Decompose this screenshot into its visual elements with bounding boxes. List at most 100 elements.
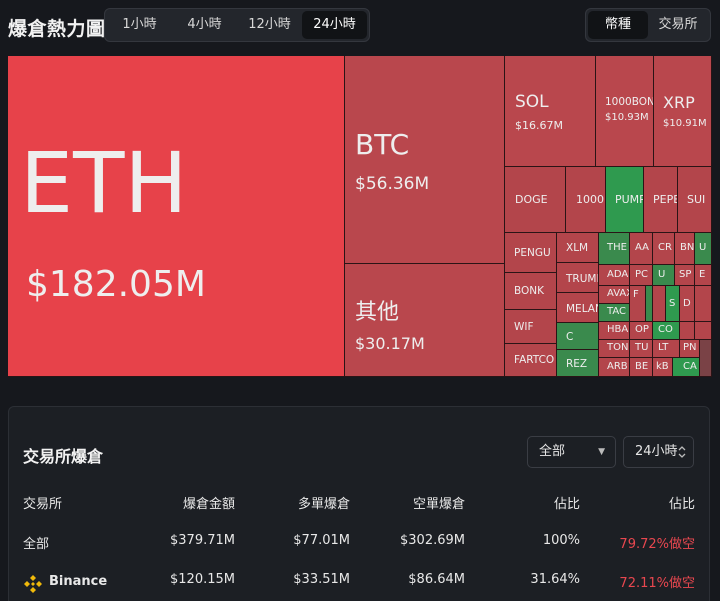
heatmap-tile-cr[interactable]: CR xyxy=(653,233,675,265)
heatmap-tile-eth[interactable]: ETH $182.05M xyxy=(8,56,345,377)
heatmap-tile-bn[interactable]: BN xyxy=(675,233,695,265)
exchange-filter-dropdown[interactable]: 全部 ▼ xyxy=(527,436,616,468)
panel-title: 交易所爆倉 xyxy=(23,447,104,466)
heatmap-tile-ton[interactable]: TON xyxy=(599,340,630,358)
col-long[interactable]: 多單爆倉 xyxy=(298,493,350,512)
heatmap-tile-c[interactable]: C xyxy=(557,323,599,350)
heatmap-tile-hba[interactable]: HBA xyxy=(599,322,630,340)
heatmap-tile-ada[interactable]: ADA xyxy=(599,265,630,286)
tile-amount: $10.91M xyxy=(663,118,707,129)
tile-symbol: S xyxy=(669,298,676,309)
heatmap-tile-d[interactable]: D xyxy=(680,286,695,322)
heatmap-tile-btc[interactable]: BTC $56.36M xyxy=(345,56,505,264)
heatmap-tile-wif[interactable]: WIF xyxy=(505,310,557,344)
tile-symbol: CR xyxy=(658,242,672,253)
tile-symbol: WIF xyxy=(514,321,534,333)
tile-symbol: TU xyxy=(635,342,649,353)
tile-symbol: PC xyxy=(635,269,649,280)
table-header: 交易所 爆倉金額 多單爆倉 空單爆倉 佔比 佔比 xyxy=(9,493,711,515)
tile-symbol: MELAN xyxy=(566,303,598,315)
timeframe-dropdown[interactable]: 24小時 xyxy=(623,436,694,468)
tile-symbol: SUI xyxy=(687,193,706,206)
row-total: $379.71M xyxy=(170,533,235,548)
tile-symbol: 其他 xyxy=(355,300,400,325)
heatmap-tile-lt[interactable]: LT xyxy=(653,340,680,358)
heatmap-tile-u[interactable]: U xyxy=(695,233,712,265)
tab-1h[interactable]: 1小時 xyxy=(107,11,172,39)
heatmap-tile-green-sliver[interactable] xyxy=(646,286,653,322)
heatmap-tile-micro-2[interactable] xyxy=(680,322,695,340)
tile-symbol: BONK xyxy=(514,285,545,297)
heatmap-tile-pepe[interactable]: PEPE xyxy=(644,167,678,233)
table-row[interactable]: 全部 $379.71M $77.01M $302.69M 100% 79.72%… xyxy=(9,533,711,555)
heatmap-tile-arb[interactable]: ARB xyxy=(599,358,630,377)
tile-symbol: CO xyxy=(658,324,673,335)
heatmap-tile-xrp[interactable]: XRP $10.91M xyxy=(654,56,712,167)
heatmap-tile-f[interactable]: F xyxy=(630,286,646,322)
tile-symbol: AVAX xyxy=(607,288,629,299)
tile-symbol: PENGU xyxy=(514,247,551,259)
heatmap-tile-be[interactable]: BE xyxy=(630,358,653,377)
tab-exchange[interactable]: 交易所 xyxy=(648,11,708,39)
heatmap-tile-ca[interactable]: CA xyxy=(673,358,700,377)
heatmap-tile-avax[interactable]: AVAX xyxy=(599,286,630,304)
heatmap-tile-melan[interactable]: MELAN xyxy=(557,293,599,323)
heatmap-tile-rez[interactable]: REZ xyxy=(557,350,599,377)
heatmap-tile-co[interactable]: CO xyxy=(653,322,680,340)
heatmap-tile-micro-4[interactable] xyxy=(695,322,712,340)
heatmap-tile-micro-3[interactable] xyxy=(695,286,712,322)
row-long: $33.51M xyxy=(293,572,350,587)
heatmap-tile-pengu[interactable]: PENGU xyxy=(505,233,557,273)
tab-24h[interactable]: 24小時 xyxy=(302,11,367,39)
heatmap-tile-pc[interactable]: PC xyxy=(630,265,653,286)
heatmap-tile-u2[interactable]: U xyxy=(653,265,675,286)
col-short[interactable]: 空單爆倉 xyxy=(413,493,465,512)
heatmap-tile-micro-1[interactable] xyxy=(653,286,666,322)
liquidation-heatmap: ETH $182.05M BTC $56.36M 其他 $30.17M SOL … xyxy=(8,56,712,377)
heatmap-tile-xlm[interactable]: XLM xyxy=(557,233,599,263)
heatmap-tile-doge[interactable]: DOGE xyxy=(505,167,566,233)
heatmap-tile-aa[interactable]: AA xyxy=(630,233,653,265)
row-share: 31.64% xyxy=(530,572,580,587)
tile-symbol: FARTCO xyxy=(514,354,555,366)
heatmap-tile-tac[interactable]: TAC xyxy=(599,304,630,322)
heatmap-tile-s[interactable]: S xyxy=(666,286,680,322)
heatmap-tile-pn[interactable]: PN xyxy=(680,340,700,358)
tab-4h[interactable]: 4小時 xyxy=(172,11,237,39)
tab-coin[interactable]: 幣種 xyxy=(588,11,648,39)
caret-down-icon: ▼ xyxy=(598,447,605,457)
col-total[interactable]: 爆倉金額 xyxy=(183,493,235,512)
tile-symbol: C xyxy=(566,331,574,343)
tile-amount: $56.36M xyxy=(355,174,430,194)
heatmap-tile-sol[interactable]: SOL $16.67M xyxy=(505,56,596,167)
heatmap-tile-kb[interactable]: kB xyxy=(653,358,673,377)
heatmap-tile-op[interactable]: OP xyxy=(630,322,653,340)
tile-symbol: D xyxy=(683,298,691,309)
exchange-liquidation-panel: 交易所爆倉 全部 ▼ 24小時 交易所 爆倉金額 多單爆倉 空單爆倉 佔比 佔比… xyxy=(8,406,710,601)
heatmap-tile-fartco[interactable]: FARTCO xyxy=(505,344,557,377)
tile-symbol: XLM xyxy=(566,242,589,254)
col-ratio[interactable]: 佔比 xyxy=(669,493,695,512)
heatmap-tile-1000p[interactable]: 1000P xyxy=(566,167,606,233)
tile-symbol: THE xyxy=(607,242,627,253)
tile-symbol: TRUMP xyxy=(566,273,598,285)
tab-12h[interactable]: 12小時 xyxy=(237,11,302,39)
heatmap-tile-e[interactable]: E xyxy=(695,265,712,286)
heatmap-tile-1000bonk[interactable]: 1000BONK $10.93M xyxy=(596,56,654,167)
table-row[interactable]: Binance $120.15M $33.51M $86.64M 31.64% … xyxy=(9,572,711,594)
heatmap-tile-the[interactable]: THE xyxy=(599,233,630,265)
tile-symbol: SP xyxy=(679,269,692,280)
tile-symbol: PEPE xyxy=(653,193,678,206)
heatmap-tile-tu[interactable]: TU xyxy=(630,340,653,358)
heatmap-tile-bonk[interactable]: BONK xyxy=(505,273,557,310)
heatmap-tile-sp[interactable]: SP xyxy=(675,265,695,286)
heatmap-tile-pump[interactable]: PUMP xyxy=(606,167,644,233)
tile-symbol: HBA xyxy=(607,324,629,335)
tile-amount: $16.67M xyxy=(515,119,563,132)
col-share[interactable]: 佔比 xyxy=(554,493,580,512)
heatmap-tile-trump[interactable]: TRUMP xyxy=(557,263,599,293)
heatmap-tile-sui[interactable]: SUI xyxy=(678,167,712,233)
tile-symbol: ARB xyxy=(607,361,628,372)
heatmap-tile-micro-5[interactable] xyxy=(700,340,712,377)
heatmap-tile-other[interactable]: 其他 $30.17M xyxy=(345,264,505,377)
